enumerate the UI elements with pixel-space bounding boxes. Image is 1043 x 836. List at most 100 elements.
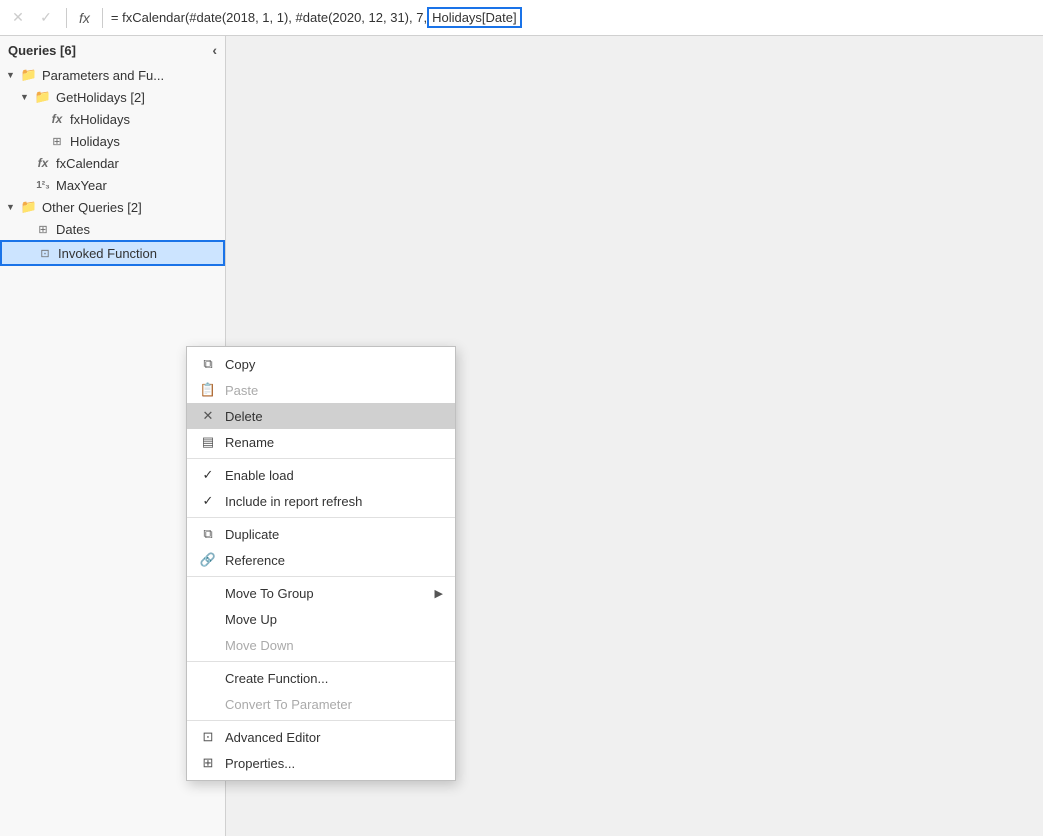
formula-highlight: Holidays[Date] — [427, 7, 522, 28]
sidebar-item-label: MaxYear — [56, 178, 107, 193]
context-menu-item-duplicate[interactable]: ⧉ Duplicate — [187, 521, 455, 547]
delete-icon: ✕ — [199, 408, 217, 424]
expand-arrow: ▼ — [6, 70, 20, 80]
sidebar-item-label: GetHolidays [2] — [56, 90, 145, 105]
separator-3 — [187, 576, 455, 577]
table-icon: ⊞ — [48, 133, 66, 149]
ctx-item-label: Paste — [225, 383, 258, 398]
formula-separator — [66, 8, 67, 28]
sidebar-item-max-year[interactable]: ▶ 1²₃ MaxYear — [0, 174, 225, 196]
folder-icon: 📁 — [20, 199, 38, 215]
expand-arrow: ▼ — [20, 92, 34, 102]
ctx-item-label: Move Up — [225, 612, 277, 627]
convert-icon — [199, 696, 217, 712]
sidebar-item-invoked-function[interactable]: ▶ ⊡ Invoked Function — [0, 240, 225, 266]
sidebar-collapse-button[interactable]: ‹ — [212, 42, 217, 58]
folder-icon: 📁 — [20, 67, 38, 83]
reference-icon: 🔗 — [199, 552, 217, 568]
context-menu-item-advanced-editor[interactable]: ⊡ Advanced Editor — [187, 724, 455, 750]
formula-separator-2 — [102, 8, 103, 28]
check-icon: ✓ — [199, 493, 217, 509]
table-icon: ⊞ — [34, 221, 52, 237]
context-menu-item-include-refresh[interactable]: ✓ Include in report refresh — [187, 488, 455, 514]
param-icon: 1²₃ — [34, 177, 52, 193]
context-menu-item-enable-load[interactable]: ✓ Enable load — [187, 462, 455, 488]
formula-content: = fxCalendar(#date(2018, 1, 1), #date(20… — [111, 7, 1037, 28]
ctx-item-label: Create Function... — [225, 671, 328, 686]
sidebar-item-holidays[interactable]: ▶ ⊞ Holidays — [0, 130, 225, 152]
formula-bar: ✕ ✓ fx = fxCalendar(#date(2018, 1, 1), #… — [0, 0, 1043, 36]
fx-icon: fx — [48, 111, 66, 127]
separator-4 — [187, 661, 455, 662]
sidebar-item-label: Parameters and Fu... — [42, 68, 164, 83]
context-menu-item-move-down[interactable]: Move Down — [187, 632, 455, 658]
invoked-function-icon: ⊡ — [36, 245, 54, 261]
copy-icon: ⧉ — [199, 356, 217, 372]
sidebar-item-parameters-fu[interactable]: ▼ 📁 Parameters and Fu... — [0, 64, 225, 86]
ctx-item-label: Advanced Editor — [225, 730, 320, 745]
ctx-item-label: Move To Group — [225, 586, 314, 601]
ctx-item-label: Properties... — [225, 756, 295, 771]
separator-2 — [187, 517, 455, 518]
no-arrow: ▶ — [34, 114, 48, 125]
ctx-item-label: Rename — [225, 435, 274, 450]
confirm-button[interactable]: ✓ — [34, 6, 58, 30]
sidebar-item-other-queries[interactable]: ▼ 📁 Other Queries [2] — [0, 196, 225, 218]
sidebar-item-label: Invoked Function — [58, 246, 157, 261]
context-menu-item-move-up[interactable]: Move Up — [187, 606, 455, 632]
context-menu-item-paste[interactable]: 📋 Paste — [187, 377, 455, 403]
context-menu-item-rename[interactable]: ▤ Rename — [187, 429, 455, 455]
context-menu-item-delete[interactable]: ✕ Delete — [187, 403, 455, 429]
create-function-icon — [199, 670, 217, 686]
paste-icon: 📋 — [199, 382, 217, 398]
move-to-group-icon — [199, 585, 217, 601]
context-menu-item-properties[interactable]: ⊞ Properties... — [187, 750, 455, 776]
check-icon: ✓ — [199, 467, 217, 483]
sidebar-header: Queries [6] ‹ — [0, 36, 225, 64]
separator-5 — [187, 720, 455, 721]
sidebar-item-fx-calendar[interactable]: ▶ fx fxCalendar — [0, 152, 225, 174]
sidebar: Queries [6] ‹ ▼ 📁 Parameters and Fu... ▼… — [0, 36, 226, 836]
ctx-item-label: Copy — [225, 357, 255, 372]
advanced-editor-icon: ⊡ — [199, 729, 217, 745]
folder-icon: 📁 — [34, 89, 52, 105]
expand-arrow: ▼ — [6, 202, 20, 212]
context-menu-item-convert-to-parameter[interactable]: Convert To Parameter — [187, 691, 455, 717]
rename-icon: ▤ — [199, 434, 217, 450]
move-up-icon — [199, 611, 217, 627]
separator-1 — [187, 458, 455, 459]
move-down-icon — [199, 637, 217, 653]
sidebar-item-get-holidays[interactable]: ▼ 📁 GetHolidays [2] — [0, 86, 225, 108]
sidebar-item-label: Dates — [56, 222, 90, 237]
no-arrow: ▶ — [22, 248, 36, 259]
ctx-item-label: Delete — [225, 409, 263, 424]
cancel-button[interactable]: ✕ — [6, 6, 30, 30]
no-arrow: ▶ — [20, 158, 34, 169]
context-menu: ⧉ Copy 📋 Paste ✕ Delete ▤ Rename ✓ Enabl… — [186, 346, 456, 781]
formula-text: = fxCalendar(#date(2018, 1, 1), #date(20… — [111, 10, 427, 25]
fx-icon: fx — [34, 155, 52, 171]
properties-icon: ⊞ — [199, 755, 217, 771]
duplicate-icon: ⧉ — [199, 526, 217, 542]
submenu-arrow-icon: ▶ — [435, 587, 443, 600]
ctx-item-label: Reference — [225, 553, 285, 568]
sidebar-item-label: Holidays — [70, 134, 120, 149]
context-menu-item-reference[interactable]: 🔗 Reference — [187, 547, 455, 573]
ctx-item-label: Move Down — [225, 638, 294, 653]
sidebar-title: Queries [6] — [8, 43, 76, 58]
no-arrow: ▶ — [20, 180, 34, 191]
context-menu-item-copy[interactable]: ⧉ Copy — [187, 351, 455, 377]
no-arrow: ▶ — [34, 136, 48, 147]
no-arrow: ▶ — [20, 224, 34, 235]
sidebar-item-fx-holidays[interactable]: ▶ fx fxHolidays — [0, 108, 225, 130]
ctx-item-label: Convert To Parameter — [225, 697, 352, 712]
context-menu-item-move-to-group[interactable]: Move To Group ▶ — [187, 580, 455, 606]
context-menu-item-create-function[interactable]: Create Function... — [187, 665, 455, 691]
sidebar-item-label: Other Queries [2] — [42, 200, 142, 215]
fx-label: fx — [75, 10, 94, 26]
ctx-item-label: Enable load — [225, 468, 294, 483]
sidebar-item-label: fxCalendar — [56, 156, 119, 171]
ctx-item-label: Include in report refresh — [225, 494, 362, 509]
sidebar-item-label: fxHolidays — [70, 112, 130, 127]
sidebar-item-dates[interactable]: ▶ ⊞ Dates — [0, 218, 225, 240]
